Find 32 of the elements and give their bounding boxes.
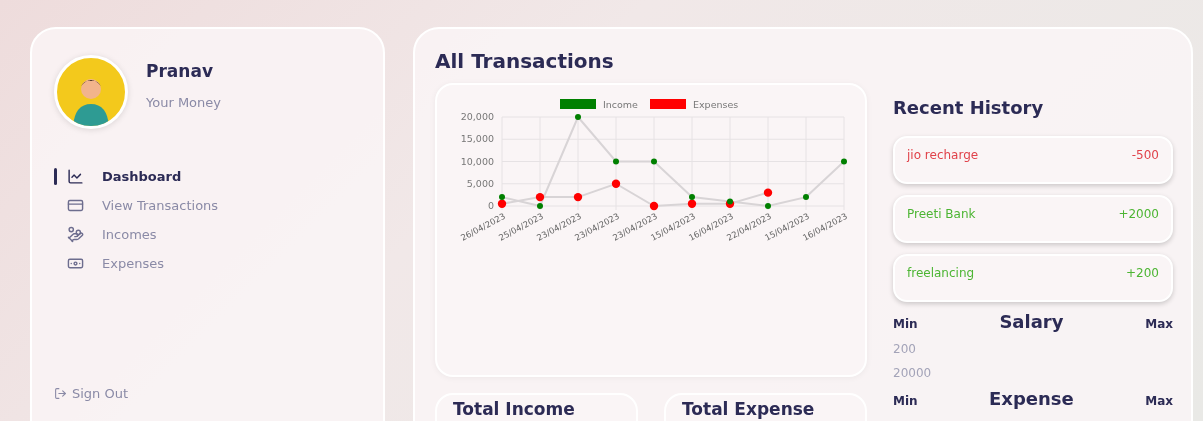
y-tick-label: 10,000 [460, 155, 494, 167]
y-tick-label: 20,000 [460, 111, 494, 122]
y-tick-label: 15,000 [460, 133, 494, 145]
max-label: Max [1145, 394, 1173, 408]
item-name: Preeti Bank [907, 207, 976, 223]
nav-item[interactable]: Expenses [67, 255, 164, 272]
max-value: 20000 [893, 366, 933, 380]
nav-item[interactable]: View Transactions [67, 197, 219, 214]
range-title: Salary [999, 311, 1064, 332]
min-label: Min [893, 394, 918, 408]
item-amount: -500 [1131, 148, 1159, 164]
item-name: jio recharge [907, 148, 979, 164]
y-tick-label: 5,000 [466, 177, 494, 189]
legend-label: Income [603, 99, 638, 110]
summary-title: Total Expense [682, 399, 816, 419]
item-amount: +2000 [1118, 207, 1159, 223]
section-title: Recent History [893, 97, 1045, 118]
user-name: Pranav [146, 61, 214, 81]
nav-item[interactable]: Incomes [67, 226, 157, 243]
range-title: Expense [989, 388, 1074, 409]
legend-label: Expenses [693, 99, 739, 110]
max-label: Max [1145, 317, 1173, 331]
y-tick-label: 0 [487, 200, 494, 211]
nav-item[interactable]: Dashboard [67, 168, 182, 185]
min-value: 200 [893, 342, 917, 356]
min-label: Min [893, 317, 918, 331]
page-title: All Transactions [435, 49, 615, 73]
item-amount: +200 [1126, 266, 1159, 282]
item-name: freelancing [907, 266, 975, 282]
user-subtitle: Your Money [146, 95, 221, 110]
summary-title: Total Income [453, 399, 576, 419]
sign-out-link[interactable]: Sign Out [54, 386, 363, 401]
